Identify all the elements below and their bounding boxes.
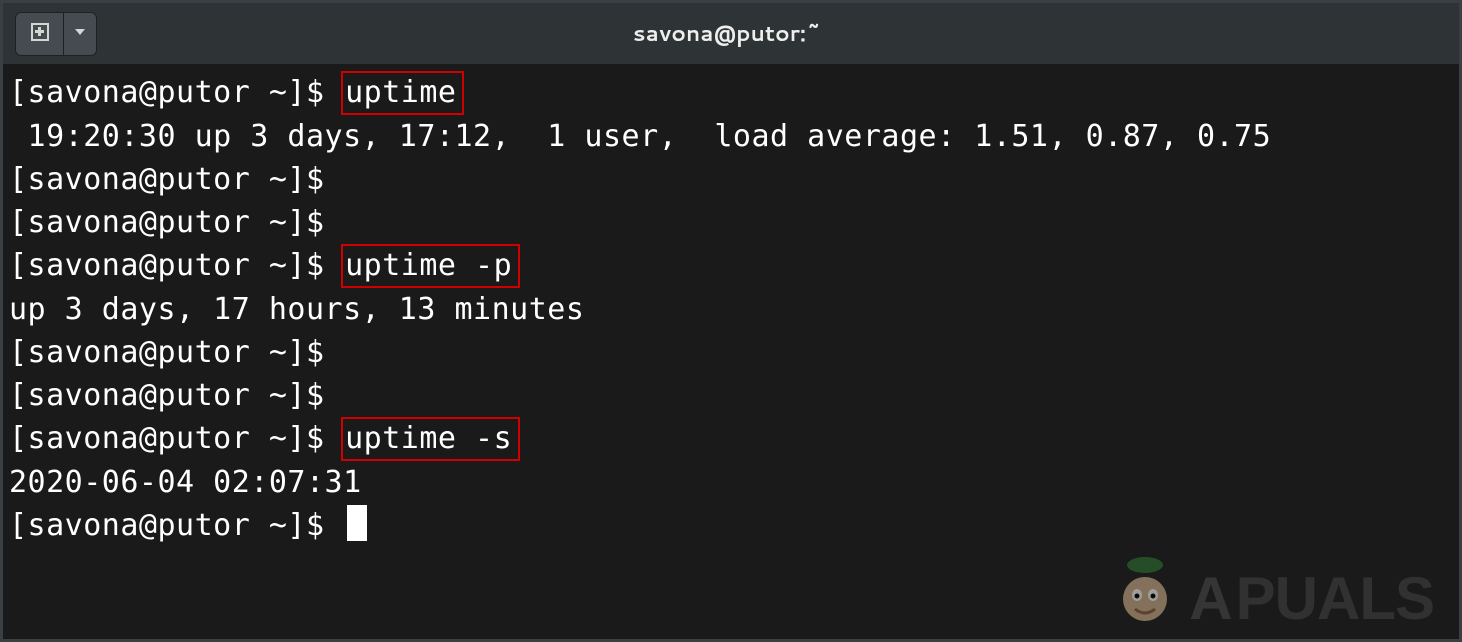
terminal-output: 2020-06-04 02:07:31 bbox=[9, 461, 1453, 504]
watermark-letter-a: A bbox=[1189, 564, 1231, 633]
prompt: [savona@putor ~]$ bbox=[9, 162, 343, 197]
command: uptime -p bbox=[341, 244, 520, 288]
terminal-line: [savona@putor ~]$ bbox=[9, 504, 1453, 547]
terminal-line: [savona@putor ~]$ uptime -s bbox=[9, 417, 1453, 461]
command: uptime bbox=[341, 71, 464, 115]
terminal-line: [savona@putor ~]$ bbox=[9, 201, 1453, 244]
new-tab-button[interactable] bbox=[15, 12, 63, 56]
terminal-output: 19:20:30 up 3 days, 17:12, 1 user, load … bbox=[9, 115, 1453, 158]
titlebar: savona@putor:~ bbox=[3, 3, 1459, 65]
terminal-line: [savona@putor ~]$ bbox=[9, 158, 1453, 201]
new-tab-icon bbox=[29, 21, 51, 47]
prompt: [savona@putor ~]$ bbox=[9, 248, 343, 283]
terminal-area[interactable]: [savona@putor ~]$ uptime 19:20:30 up 3 d… bbox=[3, 65, 1459, 639]
watermark-rest: PUALS bbox=[1236, 564, 1434, 633]
prompt: [savona@putor ~]$ bbox=[9, 335, 343, 370]
prompt: [savona@putor ~]$ bbox=[9, 378, 343, 413]
terminal-line: [savona@putor ~]$ bbox=[9, 331, 1453, 374]
titlebar-button-group bbox=[15, 12, 97, 56]
prompt: [savona@putor ~]$ bbox=[9, 75, 343, 110]
chevron-down-icon bbox=[73, 24, 87, 43]
prompt: [savona@putor ~]$ bbox=[9, 421, 343, 456]
prompt: [savona@putor ~]$ bbox=[9, 508, 343, 543]
prompt: [savona@putor ~]$ bbox=[9, 205, 343, 240]
terminal-line: [savona@putor ~]$ uptime -p bbox=[9, 244, 1453, 288]
watermark: APUALS bbox=[1189, 564, 1434, 633]
tab-dropdown-button[interactable] bbox=[63, 12, 97, 56]
command: uptime -s bbox=[341, 417, 520, 461]
mascot-icon bbox=[1113, 547, 1177, 627]
terminal-output: up 3 days, 17 hours, 13 minutes bbox=[9, 288, 1453, 331]
cursor bbox=[347, 505, 367, 541]
window-title: savona@putor:~ bbox=[97, 18, 1447, 49]
terminal-line: [savona@putor ~]$ bbox=[9, 374, 1453, 417]
terminal-line: [savona@putor ~]$ uptime bbox=[9, 71, 1453, 115]
